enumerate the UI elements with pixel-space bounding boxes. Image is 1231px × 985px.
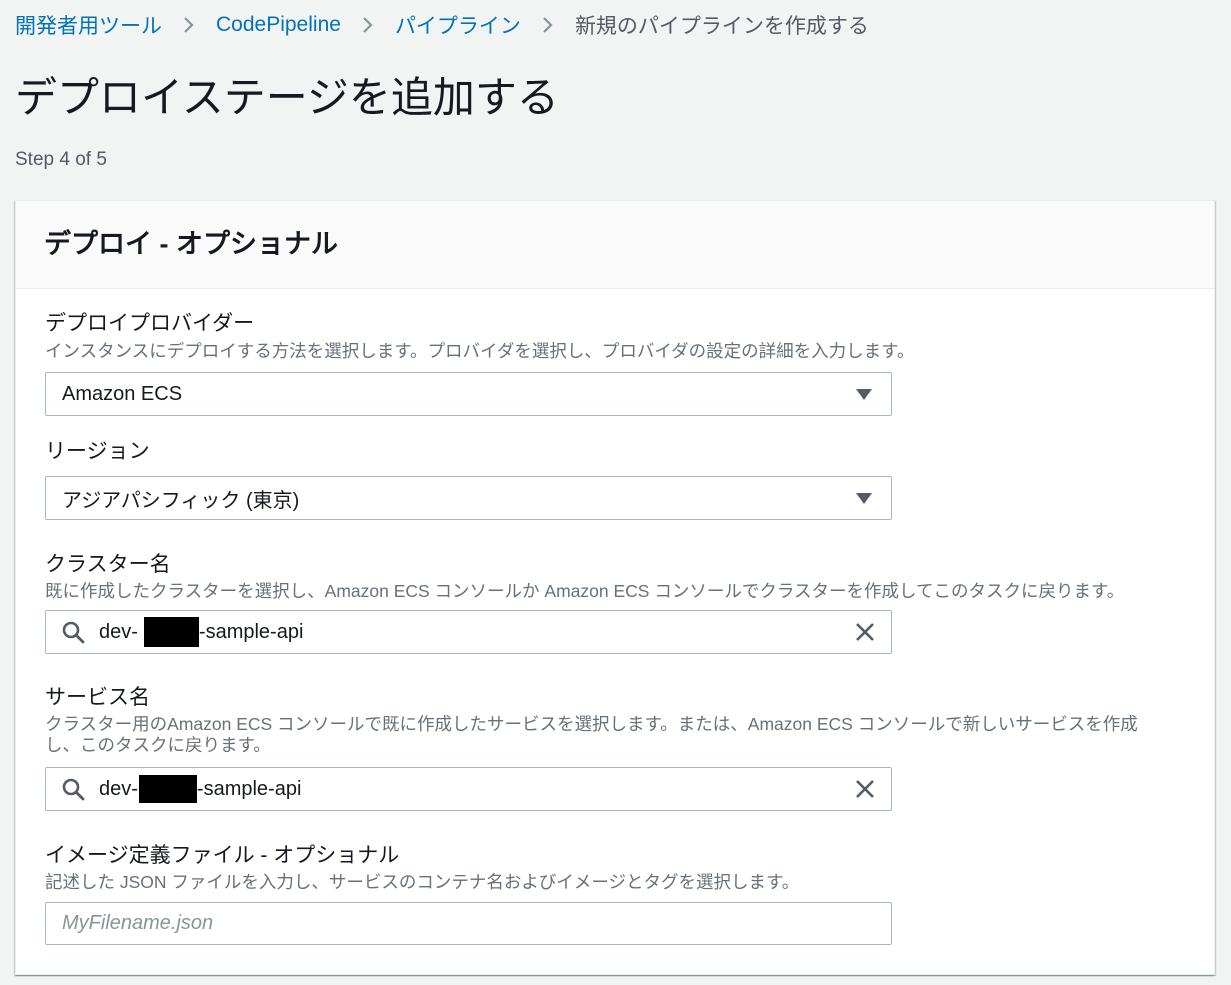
service-value-start: dev- <box>99 777 138 800</box>
deploy-provider-label: デプロイプロバイダー <box>45 312 255 335</box>
cluster-name-description: 既に作成したクラスターを選択し、Amazon ECS コンソールか Amazon… <box>45 581 1125 601</box>
redacted-block <box>143 617 199 647</box>
cluster-value-start: dev- <box>99 620 138 643</box>
search-icon <box>61 620 85 644</box>
deploy-panel: デプロイ - オプショナル デプロイプロバイダー インスタンスにデプロイする方法… <box>15 200 1215 975</box>
breadcrumb: 開発者用ツール CodePipeline パイプライン 新規のパイプラインを作成… <box>15 10 869 40</box>
search-icon <box>61 777 85 801</box>
region-label: リージョン <box>45 440 150 463</box>
region-select-value: アジアパシフィック (東京) <box>62 489 300 512</box>
image-definitions-label: イメージ定義ファイル - オプショナル <box>45 844 400 867</box>
breadcrumb-codepipeline-link[interactable]: CodePipeline <box>216 13 341 37</box>
breadcrumb-pipelines-link[interactable]: パイプライン <box>395 10 521 40</box>
caret-down-icon <box>856 492 872 504</box>
deploy-provider-select-value: Amazon ECS <box>62 382 183 405</box>
service-value-end: -sample-api <box>196 777 302 800</box>
service-search-input[interactable]: dev- -sample-api <box>45 767 892 811</box>
redacted-block <box>138 775 197 803</box>
page-title: デプロイステージを追加する <box>15 74 559 121</box>
service-name-description: クラスター用のAmazon ECS コンソールで既に作成したサービスを選択します… <box>45 714 1138 755</box>
chevron-right-icon <box>183 16 195 34</box>
breadcrumb-developer-tools-link[interactable]: 開発者用ツール <box>15 10 162 40</box>
close-icon[interactable] <box>854 778 876 800</box>
region-select[interactable]: アジアパシフィック (東京) <box>45 476 892 520</box>
caret-down-icon <box>856 388 872 400</box>
image-definitions-file-input[interactable] <box>45 902 892 945</box>
breadcrumb-current-page: 新規のパイプラインを作成する <box>574 15 869 38</box>
cluster-name-label: クラスター名 <box>45 553 171 576</box>
cluster-value-end: -sample-api <box>198 620 304 643</box>
deploy-panel-header: デプロイ - オプショナル <box>16 201 1214 289</box>
deploy-panel-title: デプロイ - オプショナル <box>44 229 338 259</box>
service-name-label: サービス名 <box>45 686 150 709</box>
chevron-right-icon <box>542 16 554 34</box>
deploy-provider-description: インスタンスにデプロイする方法を選択します。プロバイダを選択し、プロバイダの設定… <box>45 341 915 361</box>
service-search-value: dev- -sample-api <box>99 775 854 803</box>
close-icon[interactable] <box>854 621 876 643</box>
cluster-search-value: dev- -sample-api <box>99 617 854 647</box>
deploy-provider-select[interactable]: Amazon ECS <box>45 372 892 416</box>
cluster-search-input[interactable]: dev- -sample-api <box>45 610 892 654</box>
chevron-right-icon <box>362 16 374 34</box>
image-definitions-description: 記述した JSON ファイルを入力し、サービスのコンテナ名およびイメージとタグを… <box>45 872 800 892</box>
step-indicator: Step 4 of 5 <box>15 149 107 170</box>
